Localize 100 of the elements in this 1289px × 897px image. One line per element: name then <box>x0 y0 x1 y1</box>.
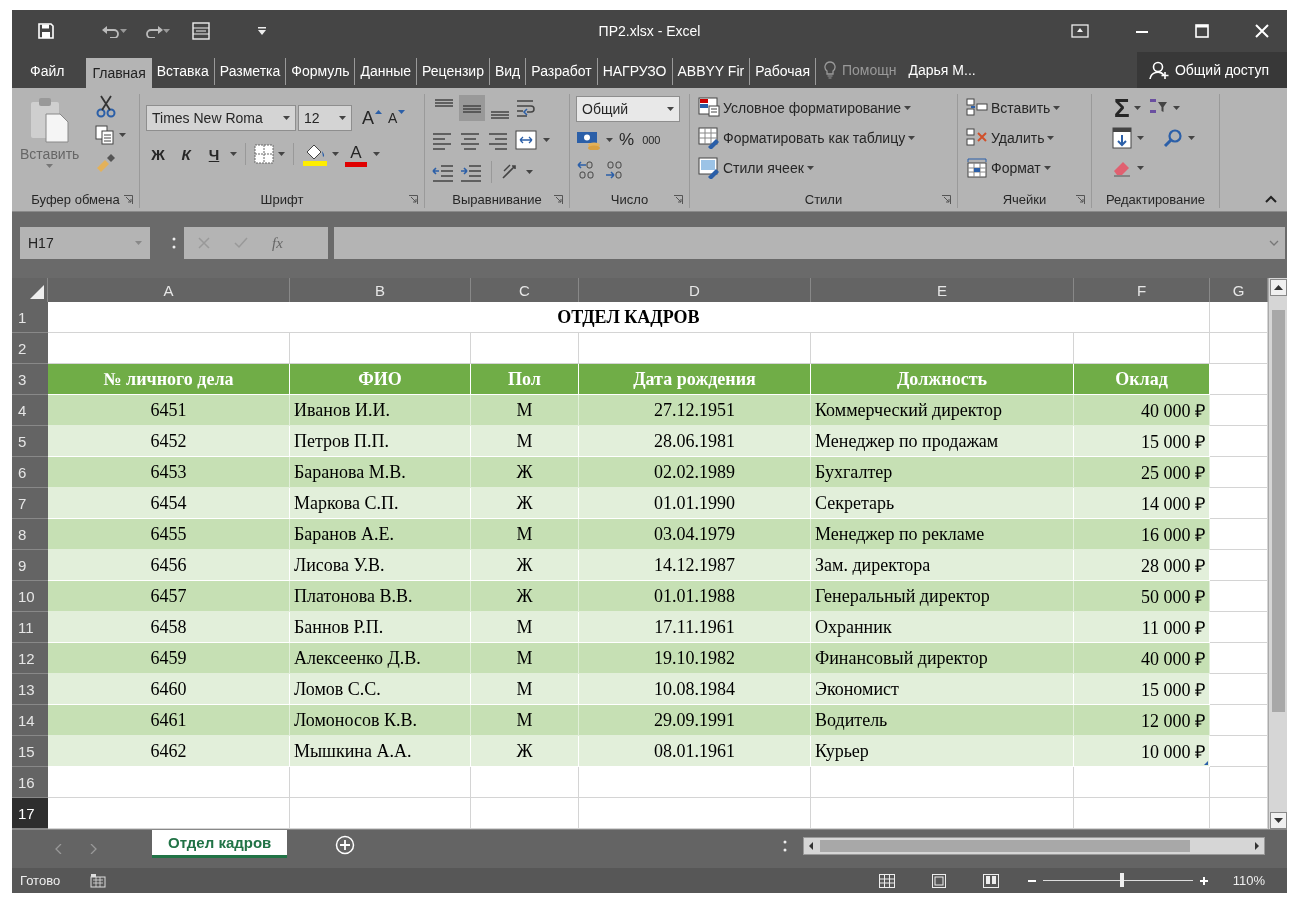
align-left-icon[interactable] <box>431 130 453 150</box>
font-size-dropdown[interactable]: 12 <box>298 105 352 131</box>
caret-icon[interactable] <box>119 133 127 137</box>
row-header[interactable]: 1 <box>12 302 48 333</box>
dialog-launcher-icon[interactable] <box>409 194 418 204</box>
scroll-up-icon[interactable] <box>1269 279 1287 296</box>
caret-icon[interactable] <box>339 116 346 120</box>
collapse-ribbon-icon[interactable] <box>1265 195 1277 203</box>
row-header[interactable]: 9 <box>12 550 48 581</box>
caret-icon[interactable] <box>373 152 380 156</box>
caret-icon[interactable] <box>283 116 290 120</box>
number-format-dropdown[interactable]: Общий <box>576 96 680 122</box>
merge-cells-icon[interactable] <box>515 129 537 151</box>
caret-icon[interactable] <box>1133 106 1141 110</box>
autosum-button[interactable]: Σ <box>1112 96 1143 120</box>
column-header[interactable]: B <box>290 278 471 302</box>
caret-icon[interactable] <box>526 170 533 174</box>
scroll-right-tab-icon[interactable] <box>90 844 98 854</box>
zoom-in-icon[interactable] <box>1198 875 1209 886</box>
column-header[interactable]: C <box>471 278 579 302</box>
dialog-launcher-icon[interactable] <box>942 194 951 204</box>
grow-font-button[interactable]: A <box>360 106 384 130</box>
borders-icon[interactable] <box>254 144 274 164</box>
row-header[interactable]: 6 <box>12 457 48 488</box>
redo-icon[interactable] <box>145 24 163 38</box>
caret-icon[interactable] <box>332 152 339 156</box>
share-button[interactable]: Общий доступ <box>1136 52 1287 88</box>
zoom-slider-thumb[interactable] <box>1120 873 1125 887</box>
row-header[interactable]: 4 <box>12 395 48 426</box>
row-header[interactable]: 2 <box>12 333 48 364</box>
ribbon-tab[interactable]: Формуль <box>286 58 356 85</box>
empty-cell[interactable] <box>811 767 1074 798</box>
undo-icon[interactable] <box>102 24 120 38</box>
page-layout-icon[interactable] <box>930 873 947 888</box>
row-header[interactable]: 15 <box>12 736 48 767</box>
caret-icon[interactable] <box>904 106 912 110</box>
column-header[interactable]: A <box>48 278 290 302</box>
increase-decimal-icon[interactable] <box>576 160 596 180</box>
column-header[interactable]: E <box>811 278 1074 302</box>
format-painter-icon[interactable] <box>95 152 118 174</box>
insert-cells-icon[interactable] <box>966 97 988 119</box>
ribbon-tab[interactable]: Рецензир <box>417 58 490 85</box>
row-header[interactable]: 8 <box>12 519 48 550</box>
expand-icon[interactable] <box>1269 240 1279 246</box>
empty-cell[interactable] <box>579 767 811 798</box>
caret-icon[interactable] <box>1188 136 1195 140</box>
wrap-text-icon[interactable] <box>515 97 537 119</box>
cell-styles-icon[interactable] <box>698 157 720 179</box>
row-header[interactable]: 11 <box>12 612 48 643</box>
page-break-icon[interactable] <box>982 873 999 888</box>
ribbon-tab[interactable]: Файл <box>12 58 87 85</box>
underline-button[interactable]: Ч <box>202 142 226 166</box>
table-resize-handle-icon[interactable] <box>1204 761 1208 765</box>
dialog-launcher-icon[interactable] <box>1076 194 1085 204</box>
ribbon-tab[interactable]: Главная <box>86 58 152 88</box>
caret-icon[interactable] <box>1053 106 1061 110</box>
dialog-launcher-icon[interactable] <box>674 194 683 204</box>
row-header[interactable]: 3 <box>12 364 48 395</box>
ribbon-tab[interactable]: Разработ <box>526 58 598 85</box>
conditional-format-icon[interactable] <box>698 97 720 119</box>
maximize-icon[interactable] <box>1195 24 1209 38</box>
caret-icon[interactable] <box>1137 136 1144 140</box>
row-header[interactable]: 17 <box>12 798 48 829</box>
save-icon[interactable] <box>38 23 54 39</box>
caret-icon[interactable] <box>278 152 285 156</box>
ribbon-tab[interactable]: Данные <box>355 58 417 85</box>
zoom-level[interactable]: 110% <box>1232 873 1265 888</box>
name-box[interactable]: H17 <box>20 227 150 259</box>
scroll-down-icon[interactable] <box>1269 812 1287 829</box>
scissors-icon[interactable] <box>95 94 118 118</box>
empty-cell[interactable] <box>1074 767 1210 798</box>
caret-icon[interactable] <box>1047 136 1055 140</box>
more-options-icon[interactable] <box>172 236 176 250</box>
font-name-dropdown[interactable]: Times New Roma <box>146 105 296 131</box>
caret-icon[interactable] <box>543 138 550 142</box>
caret-icon[interactable] <box>908 136 916 140</box>
row-header[interactable]: 16 <box>12 767 48 798</box>
caret-icon[interactable] <box>1043 166 1051 170</box>
more-options-icon[interactable] <box>783 839 787 853</box>
select-all-icon[interactable] <box>30 285 44 299</box>
percent-button[interactable]: % <box>617 128 637 152</box>
ribbon-tab[interactable]: Рабочая <box>750 58 816 85</box>
align-middle-icon[interactable] <box>459 95 485 121</box>
vertical-scrollbar-thumb[interactable] <box>1271 310 1285 712</box>
dialog-launcher-icon[interactable] <box>124 194 133 204</box>
caret-icon[interactable] <box>1137 166 1144 170</box>
ribbon-tab[interactable]: НАГРУЗО <box>597 58 673 85</box>
decrease-decimal-icon[interactable] <box>604 160 624 180</box>
fill-down-icon[interactable] <box>1112 127 1132 149</box>
caret-icon[interactable] <box>806 166 814 170</box>
cells-menu-button[interactable]: Формат <box>964 156 1063 180</box>
ribbon-tab[interactable]: Вставка <box>151 58 215 85</box>
cells-menu-button[interactable]: Удалить <box>964 126 1063 150</box>
copy-icon[interactable] <box>95 125 116 145</box>
column-header[interactable]: G <box>1210 278 1268 302</box>
column-header[interactable]: D <box>579 278 811 302</box>
caret-icon[interactable] <box>230 152 237 156</box>
lightbulb-icon[interactable] <box>824 61 836 79</box>
caret-icon[interactable] <box>667 107 674 111</box>
ribbon-tab[interactable]: Вид <box>489 58 527 85</box>
